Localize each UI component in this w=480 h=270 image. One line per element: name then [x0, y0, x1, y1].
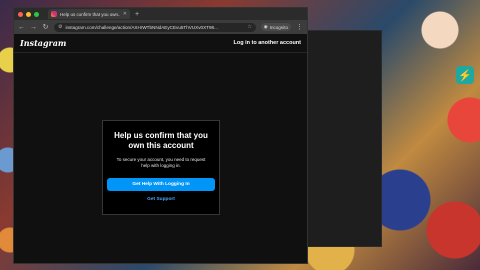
- reload-icon[interactable]: ↻: [42, 23, 49, 31]
- site-info-icon[interactable]: ⚙: [58, 24, 62, 30]
- maximize-window-icon[interactable]: [34, 11, 39, 17]
- tab-close-icon[interactable]: ✕: [123, 11, 127, 17]
- bookmark-star-icon[interactable]: ☆: [247, 24, 251, 30]
- back-icon[interactable]: ←: [18, 24, 25, 31]
- instagram-header: Instagram Log in to another account: [14, 34, 307, 53]
- page-content: Instagram Log in to another account Help…: [14, 34, 307, 263]
- address-bar[interactable]: ⚙ instagram.com/challenge/action/AXHrWTb…: [54, 22, 256, 32]
- confirm-account-card: Help us confirm that you own this accoun…: [102, 120, 220, 215]
- browser-toolbar: ← → ↻ ⚙ instagram.com/challenge/action/A…: [14, 20, 307, 34]
- app-badge-icon[interactable]: ⚡: [456, 66, 474, 84]
- close-window-icon[interactable]: [18, 11, 23, 17]
- browser-titlebar: Help us confirm that you own... ✕ +: [14, 8, 307, 20]
- browser-tab[interactable]: Help us confirm that you own... ✕: [48, 9, 130, 19]
- login-other-account-link[interactable]: Log in to another account: [233, 40, 301, 46]
- new-tab-icon[interactable]: +: [135, 11, 139, 18]
- incognito-icon: ◉: [263, 24, 268, 29]
- get-help-button[interactable]: Get Help With Logging In: [107, 178, 215, 191]
- instagram-logo[interactable]: Instagram: [20, 38, 66, 48]
- card-description: To secure your account, you need to requ…: [116, 157, 206, 168]
- url-text: instagram.com/challenge/action/AXHrWTbNN…: [65, 24, 218, 30]
- background-window[interactable]: [300, 30, 382, 247]
- minimize-window-icon[interactable]: [26, 11, 31, 17]
- browser-window: Help us confirm that you own... ✕ + ← → …: [14, 8, 307, 263]
- instagram-favicon-icon: [51, 11, 57, 17]
- browser-menu-icon[interactable]: ⋮: [296, 23, 303, 31]
- forward-icon[interactable]: →: [30, 24, 37, 31]
- tab-title: Help us confirm that you own...: [60, 11, 120, 17]
- incognito-badge[interactable]: ◉ Incognito: [260, 23, 291, 31]
- get-support-link[interactable]: Get Support: [103, 197, 219, 202]
- incognito-label: Incognito: [269, 24, 288, 30]
- card-title: Help us confirm that you own this accoun…: [114, 131, 208, 150]
